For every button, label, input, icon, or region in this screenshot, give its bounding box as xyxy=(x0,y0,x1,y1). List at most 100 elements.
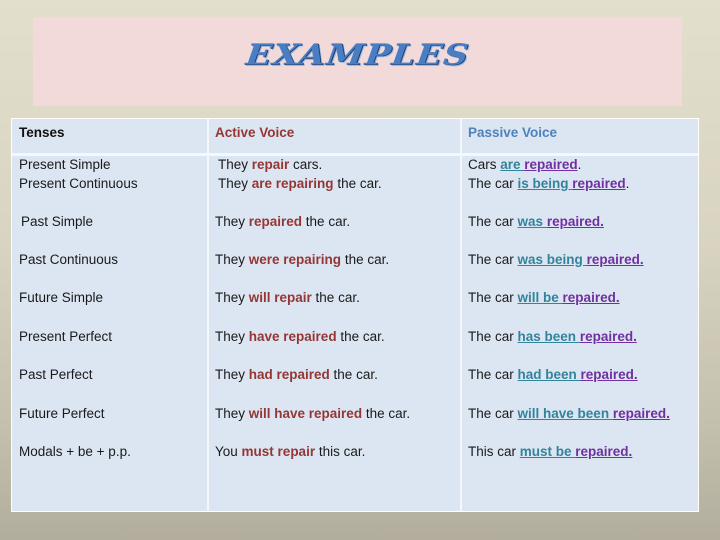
sentence-text: . xyxy=(577,157,582,172)
active-verb: will have repaired xyxy=(248,406,363,421)
passive-auxiliary: was xyxy=(517,214,547,229)
active-voice-cell: They will repair the car. xyxy=(215,288,360,307)
sentence-text: the car. xyxy=(336,329,385,344)
header-passive-voice: Passive Voice xyxy=(468,125,558,140)
active-verb: repaired xyxy=(248,214,303,229)
active-sentence: They had repaired the car. xyxy=(215,365,378,384)
passive-sentence: The car will be repaired. xyxy=(468,288,620,307)
active-sentence: They repair cars. xyxy=(218,155,382,174)
sentence-text: The car xyxy=(468,214,518,229)
tense-name: Past Continuous xyxy=(19,252,119,267)
passive-participle: repaired xyxy=(524,157,578,172)
active-sentence: They will have repaired the car. xyxy=(215,404,410,423)
passive-participle: repaired. xyxy=(580,367,638,382)
passive-voice-cell: The car was being repaired. xyxy=(468,250,644,269)
tense-name: Present Perfect xyxy=(19,329,113,344)
passive-participle: repaired. xyxy=(575,444,633,459)
passive-participle: repaired. xyxy=(579,329,637,344)
tense-cell: Present Perfect xyxy=(19,327,112,346)
sentence-text: cars. xyxy=(289,157,323,172)
sentence-text: the car. xyxy=(311,290,360,305)
tense-cell: Past Simple xyxy=(19,212,93,231)
tense-cell: Modals + be + p.p. xyxy=(19,442,131,461)
passive-voice-cell: The car will be repaired. xyxy=(468,288,620,307)
active-sentence: You must repair this car. xyxy=(215,442,365,461)
passive-auxiliary: is being xyxy=(517,176,573,191)
active-voice-cell: You must repair this car. xyxy=(215,442,365,461)
passive-sentence: The car had been repaired. xyxy=(468,365,638,384)
active-verb: were repairing xyxy=(248,252,342,267)
passive-voice-cell: Cars are repaired. The car is being repai… xyxy=(468,155,629,193)
passive-auxiliary: will be xyxy=(517,290,563,305)
passive-voice-cell: This car must be repaired. xyxy=(468,442,632,461)
active-verb: must repair xyxy=(241,444,316,459)
tense-name: Past Simple xyxy=(21,214,94,229)
sentence-text: The car xyxy=(468,329,518,344)
passive-sentence: This car must be repaired. xyxy=(468,442,632,461)
sentence-text: They xyxy=(218,176,252,191)
sentence-text: This car xyxy=(468,444,520,459)
tense-voice-table: Tenses Active Voice Passive Voice Presen… xyxy=(11,118,699,512)
passive-sentence: The car was being repaired. xyxy=(468,250,644,269)
tense-cell: Past Continuous xyxy=(19,250,118,269)
tense-cell: Past Perfect xyxy=(19,365,93,384)
passive-auxiliary: has been xyxy=(517,329,580,344)
sentence-text: You xyxy=(215,444,242,459)
slide-title: EXAMPLES xyxy=(243,37,472,72)
active-voice-cell: They have repaired the car. xyxy=(215,327,385,346)
sentence-text: They xyxy=(215,406,249,421)
title-banner: EXAMPLES xyxy=(33,17,682,106)
sentence-text: the car. xyxy=(341,252,390,267)
passive-participle: repaired. xyxy=(612,406,670,421)
sentence-text: They xyxy=(215,367,249,382)
active-voice-cell: They will have repaired the car. xyxy=(215,404,410,423)
passive-voice-cell: The car was repaired. xyxy=(468,212,604,231)
tense-name: Present Simple xyxy=(19,157,111,172)
sentence-text: the car. xyxy=(302,214,351,229)
passive-voice-cell: The car will have been repaired. xyxy=(468,404,670,423)
sentence-text: They xyxy=(215,252,249,267)
passive-auxiliary: was being xyxy=(517,252,587,267)
passive-sentence: The car is being repaired. xyxy=(468,174,629,193)
sentence-text: Cars xyxy=(468,157,501,172)
active-verb: have repaired xyxy=(248,329,337,344)
active-sentence: They have repaired the car. xyxy=(215,327,385,346)
sentence-text: They xyxy=(215,214,249,229)
sentence-text: the car. xyxy=(362,406,411,421)
tense-cell: Future Simple xyxy=(19,288,103,307)
passive-voice-cell: The car has been repaired. xyxy=(468,327,637,346)
active-voice-cell: They repair cars. They are repairing the … xyxy=(218,155,382,193)
active-sentence: They will repair the car. xyxy=(215,288,360,307)
sentence-text: They xyxy=(218,157,252,172)
header-tenses: Tenses xyxy=(19,125,65,140)
passive-participle: repaired xyxy=(572,176,626,191)
header-active-voice: Active Voice xyxy=(215,125,295,140)
sentence-text: The car xyxy=(468,406,518,421)
passive-participle: repaired. xyxy=(546,214,604,229)
sentence-text: The car xyxy=(468,252,518,267)
passive-voice-cell: The car had been repaired. xyxy=(468,365,638,384)
active-verb: are repairing xyxy=(251,176,334,191)
passive-auxiliary: must be xyxy=(519,444,576,459)
tense-cell: Present Simple Present Continuous xyxy=(19,155,138,193)
passive-sentence: The car was repaired. xyxy=(468,212,604,231)
tense-name: Past Perfect xyxy=(19,367,93,382)
sentence-text: the car. xyxy=(333,176,382,191)
passive-auxiliary: are xyxy=(500,157,525,172)
column-divider xyxy=(460,119,462,511)
passive-auxiliary: had been xyxy=(517,367,581,382)
active-voice-cell: They had repaired the car. xyxy=(215,365,378,384)
passive-participle: repaired. xyxy=(586,252,644,267)
tense-name: Future Simple xyxy=(19,290,104,305)
active-verb: repair xyxy=(251,157,290,172)
active-voice-cell: They were repairing the car. xyxy=(215,250,389,269)
active-verb: had repaired xyxy=(248,367,330,382)
active-sentence: They are repairing the car. xyxy=(218,174,382,193)
active-verb: will repair xyxy=(248,290,312,305)
passive-sentence: The car will have been repaired. xyxy=(468,404,670,423)
passive-sentence: Cars are repaired. xyxy=(468,155,629,174)
sentence-text: . xyxy=(625,176,630,191)
tense-name: Modals + be + p.p. xyxy=(19,444,131,459)
active-sentence: They repaired the car. xyxy=(215,212,350,231)
column-divider xyxy=(207,119,209,511)
